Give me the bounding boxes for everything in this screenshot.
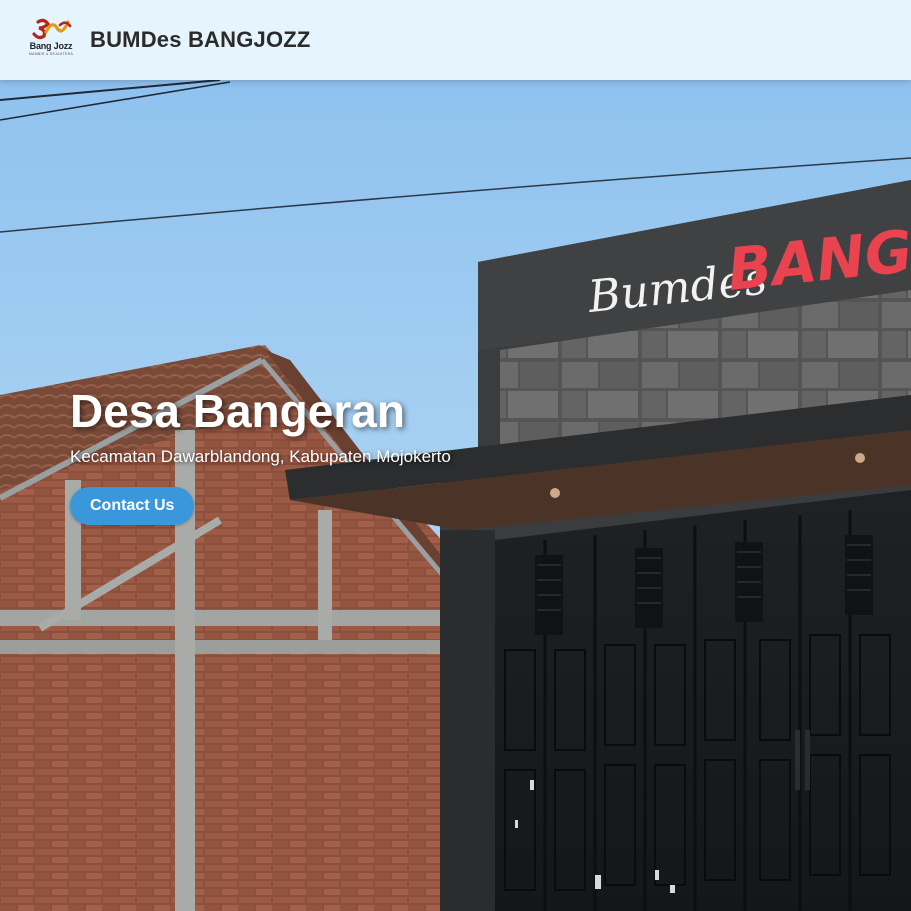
logo-tagline: MAMBIR & SEJAHTERA [28,52,74,56]
contact-us-button[interactable]: Contact Us [70,487,195,525]
hero-title: Desa Bangeran [70,385,405,437]
hero-subtitle: Kecamatan Dawarblandong, Kabupaten Mojok… [70,447,451,466]
hero-content: Desa Bangeran Kecamatan Dawarblandong, K… [70,385,451,525]
brand-title[interactable]: BUMDes BANGJOZZ [90,27,311,53]
bang-jozz-logo-icon [32,18,72,40]
navbar: Bang Jozz MAMBIR & SEJAHTERA BUMDes BANG… [0,0,911,80]
logo-link[interactable]: Bang Jozz MAMBIR & SEJAHTERA [24,16,78,62]
logo-text: Bang Jozz [29,41,73,51]
hero-section: Bumdes BANG- Desa Bangeran Kecamatan Daw… [0,80,911,911]
page: Bang Jozz MAMBIR & SEJAHTERA BUMDes BANG… [0,0,911,911]
